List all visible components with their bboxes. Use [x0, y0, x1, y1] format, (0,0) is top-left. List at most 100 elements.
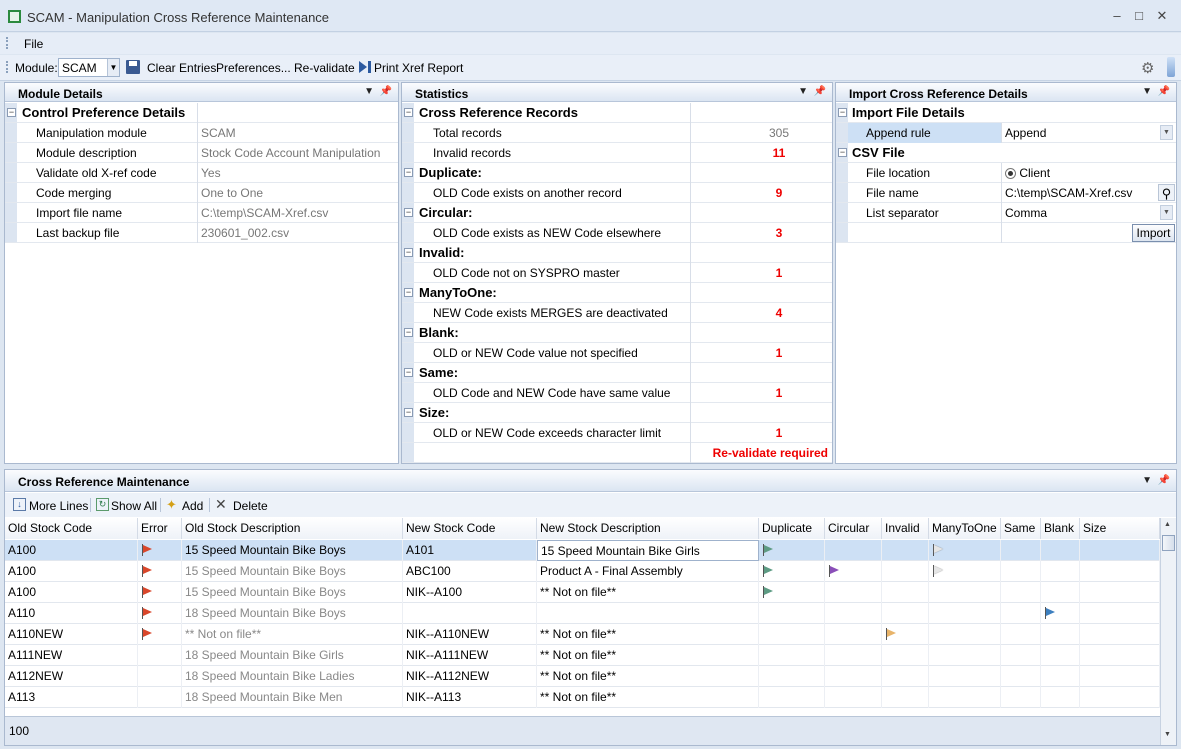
- delete-button[interactable]: Delete: [233, 499, 268, 513]
- property-label: Code merging: [36, 186, 112, 200]
- table-row[interactable]: A100 15 Speed Mountain Bike Boys A101 15 Sp…: [5, 540, 1160, 561]
- column-header[interactable]: New Stock Code: [403, 518, 537, 539]
- column-header[interactable]: Old Stock Description: [182, 518, 403, 539]
- collapse-icon[interactable]: −: [404, 208, 413, 217]
- chevron-down-icon[interactable]: ▼: [1160, 125, 1173, 140]
- statistics-header: Statistics ▼ 📌: [402, 83, 832, 102]
- print-xref-report-button[interactable]: Print Xref Report: [374, 61, 463, 75]
- collapse-icon[interactable]: −: [7, 108, 16, 117]
- delete-icon[interactable]: ✕: [215, 496, 227, 513]
- collapse-icon[interactable]: −: [404, 408, 413, 417]
- column-header[interactable]: Size: [1080, 518, 1160, 539]
- column-header[interactable]: Same: [1001, 518, 1041, 539]
- column-header[interactable]: ManyToOne: [929, 518, 1001, 539]
- column-header[interactable]: Duplicate: [759, 518, 825, 539]
- more-lines-icon[interactable]: ↓: [13, 498, 26, 511]
- list-separator-select[interactable]: Comma: [1001, 203, 1176, 223]
- menu-file[interactable]: File: [24, 37, 43, 51]
- pin-icon[interactable]: ▼ 📌: [798, 86, 826, 97]
- module-select[interactable]: SCAM ▼: [58, 58, 120, 77]
- close-button[interactable]: ✕: [1153, 8, 1171, 24]
- print-icon[interactable]: [359, 61, 371, 74]
- collapse-icon[interactable]: −: [404, 328, 413, 337]
- show-all-icon[interactable]: ↻: [96, 498, 109, 511]
- table-row[interactable]: A112NEW 18 Speed Mountain Bike Ladies NIK-…: [5, 666, 1160, 687]
- new-stock-description[interactable]: 15 Speed Mountain Bike Girls: [537, 540, 759, 561]
- stat-value: 3: [690, 223, 832, 243]
- flag-cell: [882, 540, 929, 561]
- table-row[interactable]: A100 15 Speed Mountain Bike Boys NIK--A100…: [5, 582, 1160, 603]
- property-row: Module description Stock Code Account Ma…: [5, 143, 398, 163]
- collapse-icon[interactable]: −: [404, 168, 413, 177]
- show-all-button[interactable]: Show All: [111, 499, 157, 513]
- collapse-icon[interactable]: −: [404, 108, 413, 117]
- collapse-icon[interactable]: −: [838, 148, 847, 157]
- table-row[interactable]: A110 18 Speed Mountain Bike Boys: [5, 603, 1160, 624]
- table-row[interactable]: A111NEW 18 Speed Mountain Bike Girls NIK--…: [5, 645, 1160, 666]
- table-row[interactable]: A110NEW ** Not on file** NIK--A110NEW ** No…: [5, 624, 1160, 645]
- grid-header: Old Stock Code Error Old Stock Description…: [5, 518, 1160, 539]
- more-lines-button[interactable]: More Lines: [29, 499, 88, 513]
- column-header[interactable]: Invalid: [882, 518, 929, 539]
- toolbar-grip: [6, 61, 9, 73]
- gear-icon[interactable]: ⚙: [1141, 59, 1154, 77]
- table-row[interactable]: A113 18 Speed Mountain Bike Men NIK--A113 *…: [5, 687, 1160, 708]
- client-radio[interactable]: [1005, 168, 1016, 179]
- file-name-input[interactable]: C:\temp\SCAM-Xref.csv: [1001, 183, 1156, 203]
- maximize-button[interactable]: □: [1130, 8, 1148, 24]
- column-header[interactable]: Blank: [1041, 518, 1080, 539]
- column-header[interactable]: Error: [138, 518, 182, 539]
- scroll-down-icon[interactable]: ▼: [1164, 731, 1171, 738]
- stat-row: OLD Code exists on another record 9: [402, 183, 832, 203]
- append-rule-select[interactable]: Append: [1001, 123, 1176, 143]
- stat-label: NEW Code exists MERGES are deactivated: [433, 306, 668, 320]
- chevron-down-icon[interactable]: ▼: [1160, 205, 1173, 220]
- add-icon[interactable]: ✦: [166, 497, 177, 513]
- add-button[interactable]: Add: [182, 499, 203, 513]
- pin-icon[interactable]: ▼ 📌: [364, 86, 392, 97]
- clear-entries-button[interactable]: Clear Entries: [147, 61, 216, 75]
- new-stock-code: NIK--A110NEW: [403, 624, 537, 645]
- table-row[interactable]: A100 15 Speed Mountain Bike Boys ABC100 Pro…: [5, 561, 1160, 582]
- save-icon[interactable]: [126, 60, 140, 74]
- vertical-scrollbar[interactable]: ▲ ▼: [1160, 518, 1176, 745]
- old-stock-description: 18 Speed Mountain Bike Men: [182, 687, 403, 708]
- flag-cell: [1080, 582, 1160, 603]
- collapse-icon[interactable]: −: [404, 248, 413, 257]
- column-header[interactable]: Circular: [825, 518, 882, 539]
- property-row: Import file name C:\temp\SCAM-Xref.csv: [5, 203, 398, 223]
- column-header[interactable]: Old Stock Code: [5, 518, 138, 539]
- toolbar-overflow[interactable]: [1167, 57, 1175, 77]
- title-bar: SCAM - Manipulation Cross Reference Main…: [0, 0, 1181, 32]
- collapse-icon[interactable]: −: [404, 288, 413, 297]
- panel-title: Cross Reference Maintenance: [18, 475, 190, 489]
- flag-cell: [1080, 666, 1160, 687]
- preferences-button[interactable]: Preferences...: [216, 61, 291, 75]
- scroll-up-icon[interactable]: ▲: [1164, 521, 1171, 528]
- revalidate-button[interactable]: Re-validate: [294, 61, 355, 75]
- pin-icon[interactable]: ▼ 📌: [1142, 86, 1170, 97]
- flag-cell: [882, 603, 929, 624]
- stat-value: 305: [690, 123, 832, 143]
- flag-cell: [825, 645, 882, 666]
- chevron-down-icon[interactable]: ▼: [107, 59, 119, 76]
- property-row: Validate old X-ref code Yes: [5, 163, 398, 183]
- revalidate-message: Re-validate required: [690, 443, 832, 463]
- search-icon[interactable]: ⚲: [1158, 184, 1175, 201]
- stat-category-row: − Invalid:: [402, 243, 832, 263]
- new-stock-description: [537, 603, 759, 624]
- import-button[interactable]: Import: [1132, 224, 1175, 242]
- stat-label: OLD or NEW Code value not specified: [433, 346, 638, 360]
- minimize-button[interactable]: –: [1108, 8, 1126, 24]
- new-stock-description: ** Not on file**: [537, 645, 759, 666]
- scroll-thumb[interactable]: [1162, 535, 1175, 551]
- new-stock-description: ** Not on file**: [537, 582, 759, 603]
- column-header[interactable]: New Stock Description: [537, 518, 759, 539]
- statistics-panel: Statistics ▼ 📌 − Cross Reference Records…: [401, 82, 833, 464]
- collapse-icon[interactable]: −: [838, 108, 847, 117]
- new-stock-code: ABC100: [403, 561, 537, 582]
- stat-label: Size:: [419, 405, 450, 420]
- collapse-icon[interactable]: −: [404, 368, 413, 377]
- old-stock-description: 15 Speed Mountain Bike Boys: [182, 540, 403, 561]
- pin-icon[interactable]: ▼ 📌: [1142, 475, 1170, 486]
